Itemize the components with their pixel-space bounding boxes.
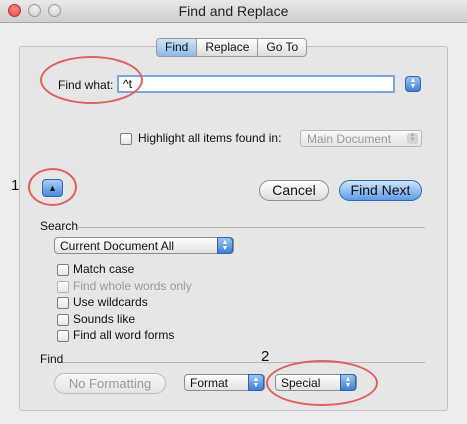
search-scope-value: Current Document All xyxy=(60,239,175,253)
annotation-number-2: 2 xyxy=(261,348,270,365)
search-scope-select[interactable]: Current Document All ▲ ▼ xyxy=(54,237,234,254)
search-separator xyxy=(77,227,425,228)
up-down-arrows-icon[interactable]: ▲ ▼ xyxy=(405,76,421,92)
find-section-separator xyxy=(63,362,425,363)
find-next-button[interactable]: Find Next xyxy=(339,180,422,201)
format-label: Format xyxy=(190,376,229,390)
annotation-circle-2 xyxy=(266,360,378,406)
word-forms-label: Find all word forms xyxy=(73,328,175,342)
cancel-button[interactable]: Cancel xyxy=(259,180,329,201)
dropdown-arrows-icon: ▲ ▼ xyxy=(407,132,418,144)
sounds-like-label: Sounds like xyxy=(73,312,136,326)
highlight-checkbox[interactable] xyxy=(120,133,132,145)
tab-find[interactable]: Find xyxy=(157,39,198,56)
tab-go-to[interactable]: Go To xyxy=(258,39,306,56)
annotation-circle-1 xyxy=(28,168,77,206)
find-section-heading: Find xyxy=(40,352,64,366)
annotation-number-1: 1 xyxy=(11,177,20,194)
wildcards-label: Use wildcards xyxy=(73,295,148,309)
whole-words-label: Find whole words only xyxy=(73,279,192,293)
search-heading: Search xyxy=(40,219,79,233)
find-what-input[interactable]: ^t xyxy=(117,75,395,93)
whole-words-checkbox xyxy=(57,281,69,293)
highlight-scope-select: Main Document ▲ ▼ xyxy=(300,130,422,147)
match-case-label: Match case xyxy=(73,262,135,276)
window-title: Find and Replace xyxy=(178,3,289,19)
dropdown-arrows-icon: ▲ ▼ xyxy=(217,237,233,254)
wildcards-checkbox[interactable] xyxy=(57,297,69,309)
highlight-label: Highlight all items found in: xyxy=(138,131,282,145)
annotation-circle-find-what xyxy=(40,56,143,104)
tab-bar: Find Replace Go To xyxy=(156,38,308,57)
find-replace-window: Find and Replace Find Replace Go To Find… xyxy=(0,0,467,424)
tab-replace[interactable]: Replace xyxy=(197,39,259,56)
highlight-scope-value: Main Document xyxy=(307,132,392,146)
dropdown-arrows-icon: ▲ ▼ xyxy=(248,374,264,391)
title-bar[interactable]: Find and Replace xyxy=(0,0,467,23)
word-forms-checkbox[interactable] xyxy=(57,330,69,342)
sounds-like-checkbox[interactable] xyxy=(57,314,69,326)
match-case-checkbox[interactable] xyxy=(57,264,69,276)
no-formatting-button: No Formatting xyxy=(54,373,166,394)
format-popup-button[interactable]: Format ▲ ▼ xyxy=(184,374,265,391)
